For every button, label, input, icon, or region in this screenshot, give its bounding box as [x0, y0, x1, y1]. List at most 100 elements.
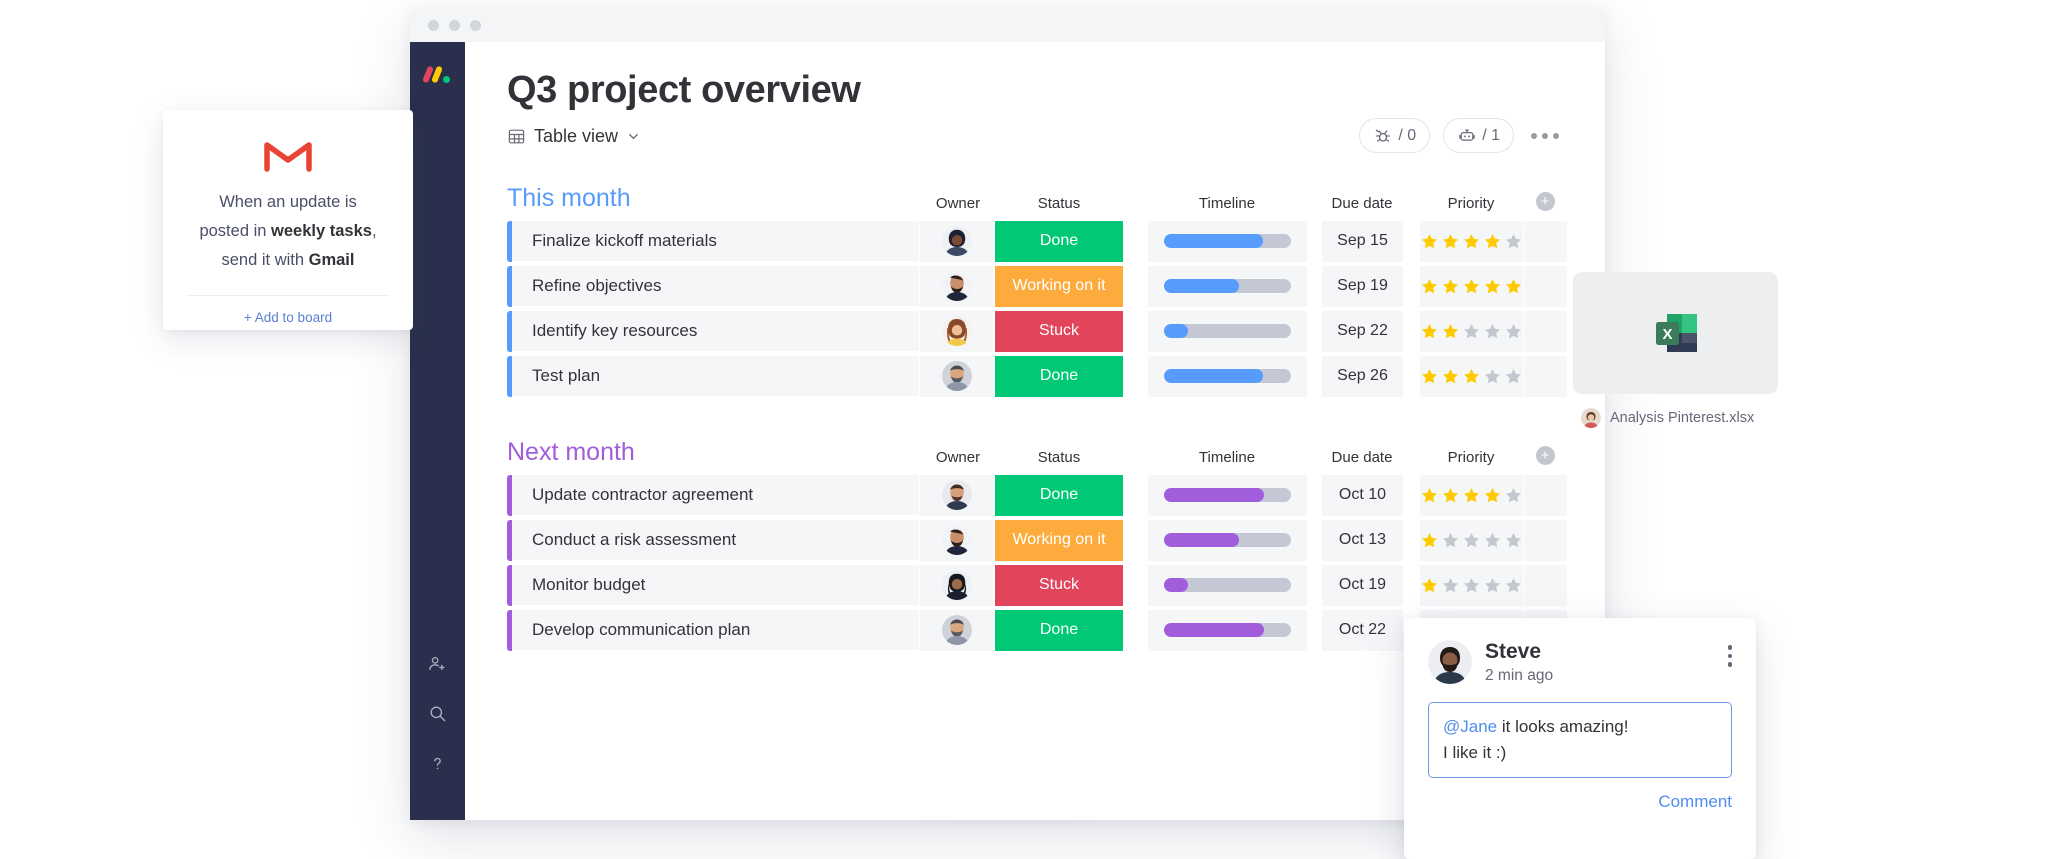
due-date-cell[interactable]: Oct 19 [1321, 564, 1403, 606]
group-title[interactable]: This month [507, 185, 631, 211]
priority-star-filled[interactable] [1441, 367, 1460, 386]
table-row[interactable]: Conduct a risk assessment Working on it Oc… [507, 519, 1567, 561]
priority-star-filled[interactable] [1441, 486, 1460, 505]
search-icon[interactable] [421, 696, 455, 730]
status-cell[interactable]: Done [995, 220, 1123, 262]
priority-star-empty[interactable] [1462, 531, 1481, 550]
priority-star-filled[interactable] [1462, 367, 1481, 386]
priority-star-filled[interactable] [1441, 322, 1460, 341]
priority-star-filled[interactable] [1441, 232, 1460, 251]
excel-file-card[interactable]: X Analysis Pinterest.xlsx [1573, 272, 1778, 428]
priority-star-filled[interactable] [1420, 232, 1439, 251]
column-header-priority[interactable]: Priority [1419, 450, 1523, 465]
priority-star-filled[interactable] [1420, 531, 1439, 550]
due-date-cell[interactable]: Oct 22 [1321, 609, 1403, 651]
user-plus-icon[interactable] [421, 646, 455, 680]
status-cell[interactable]: Stuck [995, 564, 1123, 606]
comment-submit-button[interactable]: Comment [1428, 792, 1732, 812]
priority-star-filled[interactable] [1420, 277, 1439, 296]
priority-star-empty[interactable] [1483, 531, 1502, 550]
timeline-cell[interactable] [1147, 519, 1307, 561]
priority-star-filled[interactable] [1462, 486, 1481, 505]
owner-cell[interactable] [919, 609, 993, 651]
task-name[interactable]: Refine objectives [512, 265, 919, 307]
add-column-button[interactable]: + [1535, 191, 1555, 211]
priority-star-filled[interactable] [1420, 322, 1439, 341]
excel-thumbnail[interactable]: X [1573, 272, 1778, 394]
timeline-cell[interactable] [1147, 265, 1307, 307]
column-header-due-date[interactable]: Due date [1321, 196, 1403, 211]
status-cell[interactable]: Done [995, 474, 1123, 516]
task-name[interactable]: Monitor budget [512, 564, 919, 606]
window-close-dot[interactable] [428, 19, 439, 31]
priority-cell[interactable] [1419, 519, 1523, 561]
comment-input[interactable]: @Jane it looks amazing! I like it :) [1428, 702, 1732, 778]
timeline-cell[interactable] [1147, 474, 1307, 516]
question-mark-icon[interactable] [421, 746, 455, 780]
owner-cell[interactable] [919, 220, 993, 262]
due-date-cell[interactable]: Sep 19 [1321, 265, 1403, 307]
column-header-owner[interactable]: Owner [921, 196, 995, 211]
status-cell[interactable]: Done [995, 355, 1123, 397]
due-date-cell[interactable]: Sep 22 [1321, 310, 1403, 352]
owner-cell[interactable] [919, 519, 993, 561]
comment-menu-button[interactable] [1727, 640, 1732, 667]
status-cell[interactable]: Stuck [995, 310, 1123, 352]
timeline-cell[interactable] [1147, 609, 1307, 651]
due-date-cell[interactable]: Oct 13 [1321, 519, 1403, 561]
column-header-status[interactable]: Status [995, 450, 1123, 465]
table-row[interactable]: Test plan Done Sep 26 [507, 355, 1567, 397]
task-name[interactable]: Develop communication plan [512, 609, 919, 651]
priority-star-filled[interactable] [1504, 277, 1523, 296]
priority-star-empty[interactable] [1483, 322, 1502, 341]
priority-star-empty[interactable] [1462, 576, 1481, 595]
column-header-timeline[interactable]: Timeline [1147, 196, 1307, 211]
column-header-status[interactable]: Status [995, 196, 1123, 211]
owner-cell[interactable] [919, 265, 993, 307]
priority-star-empty[interactable] [1504, 232, 1523, 251]
priority-cell[interactable] [1419, 220, 1523, 262]
owner-cell[interactable] [919, 474, 993, 516]
table-row[interactable]: Monitor budget Stuck Oct 19 [507, 564, 1567, 606]
task-name[interactable]: Test plan [512, 355, 919, 397]
priority-star-empty[interactable] [1462, 322, 1481, 341]
priority-star-empty[interactable] [1504, 576, 1523, 595]
table-row[interactable]: Refine objectives Working on it Sep 19 [507, 265, 1567, 307]
task-name[interactable]: Identify key resources [512, 310, 919, 352]
timeline-cell[interactable] [1147, 310, 1307, 352]
task-name[interactable]: Conduct a risk assessment [512, 519, 919, 561]
priority-cell[interactable] [1419, 355, 1523, 397]
priority-star-filled[interactable] [1483, 486, 1502, 505]
status-cell[interactable]: Working on it [995, 265, 1123, 307]
automation-count-badge[interactable]: / 1 [1443, 118, 1514, 153]
priority-cell[interactable] [1419, 310, 1523, 352]
task-name[interactable]: Finalize kickoff materials [512, 220, 919, 262]
window-minimize-dot[interactable] [449, 19, 460, 31]
priority-cell[interactable] [1419, 564, 1523, 606]
priority-star-filled[interactable] [1441, 277, 1460, 296]
priority-star-filled[interactable] [1483, 277, 1502, 296]
column-header-priority[interactable]: Priority [1419, 196, 1523, 211]
priority-star-empty[interactable] [1504, 531, 1523, 550]
comment-mention[interactable]: @Jane [1443, 717, 1497, 736]
column-header-due-date[interactable]: Due date [1321, 450, 1403, 465]
priority-star-empty[interactable] [1483, 576, 1502, 595]
status-cell[interactable]: Done [995, 609, 1123, 651]
more-options-button[interactable] [1527, 127, 1563, 145]
priority-cell[interactable] [1419, 265, 1523, 307]
priority-star-empty[interactable] [1504, 486, 1523, 505]
priority-star-empty[interactable] [1504, 322, 1523, 341]
priority-star-empty[interactable] [1441, 576, 1460, 595]
priority-star-filled[interactable] [1483, 232, 1502, 251]
table-row[interactable]: Identify key resources Stuck Sep 22 [507, 310, 1567, 352]
priority-star-filled[interactable] [1420, 576, 1439, 595]
priority-star-filled[interactable] [1462, 232, 1481, 251]
priority-cell[interactable] [1419, 474, 1523, 516]
priority-star-filled[interactable] [1420, 367, 1439, 386]
owner-cell[interactable] [919, 355, 993, 397]
due-date-cell[interactable]: Sep 15 [1321, 220, 1403, 262]
window-maximize-dot[interactable] [470, 19, 481, 31]
priority-star-empty[interactable] [1441, 531, 1460, 550]
timeline-cell[interactable] [1147, 564, 1307, 606]
due-date-cell[interactable]: Oct 10 [1321, 474, 1403, 516]
